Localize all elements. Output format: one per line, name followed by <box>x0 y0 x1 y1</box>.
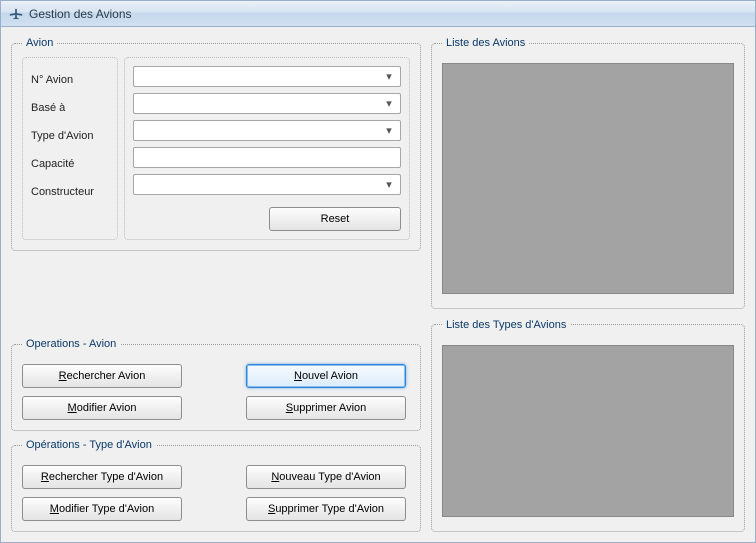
label-constructeur: Constructeur <box>31 182 109 202</box>
modifier-avion-button[interactable]: Modifier Avion <box>22 396 182 420</box>
supprimer-avion-button[interactable]: Supprimer Avion <box>246 396 406 420</box>
reset-row: Reset <box>133 207 401 231</box>
ops-type-legend: Opérations - Type d'Avion <box>22 439 156 451</box>
avion-legend: Avion <box>22 37 57 49</box>
rechercher-type-button[interactable]: Rechercher Type d'Avion <box>22 465 182 489</box>
rechercher-avion-button[interactable]: Rechercher Avion <box>22 364 182 388</box>
app-window: Gestion des Avions Avion N° Avion Basé à… <box>0 0 756 543</box>
avion-form: N° Avion Basé à Type d'Avion Capacité Co… <box>22 57 410 240</box>
reset-button[interactable]: Reset <box>269 207 401 231</box>
left-column: Avion N° Avion Basé à Type d'Avion Capac… <box>11 37 421 532</box>
type-combo[interactable]: ▾ <box>133 120 401 141</box>
chevron-down-icon: ▾ <box>382 70 396 83</box>
titlebar: Gestion des Avions <box>1 1 755 27</box>
avion-inputs: ▾ ▾ ▾ ▾ Reset <box>124 57 410 240</box>
ops-avion-legend: Operations - Avion <box>22 338 120 350</box>
label-num-avion: N° Avion <box>31 70 109 90</box>
nouvel-avion-button[interactable]: Nouvel Avion <box>246 364 406 388</box>
ops-type-group: Opérations - Type d'Avion Rechercher Typ… <box>11 439 421 532</box>
chevron-down-icon: ▾ <box>382 97 396 110</box>
chevron-down-icon: ▾ <box>382 124 396 137</box>
chevron-down-icon: ▾ <box>382 178 396 191</box>
capacite-field[interactable] <box>133 147 401 168</box>
base-combo[interactable]: ▾ <box>133 93 401 114</box>
avion-group: Avion N° Avion Basé à Type d'Avion Capac… <box>11 37 421 251</box>
liste-avions-group: Liste des Avions <box>431 37 745 309</box>
nouveau-type-button[interactable]: Nouveau Type d'Avion <box>246 465 406 489</box>
window-title: Gestion des Avions <box>29 7 132 21</box>
liste-types-area[interactable] <box>442 345 734 517</box>
num-avion-combo[interactable]: ▾ <box>133 66 401 87</box>
liste-types-group: Liste des Types d'Avions <box>431 319 745 532</box>
modifier-type-button[interactable]: Modifier Type d'Avion <box>22 497 182 521</box>
constructeur-combo[interactable]: ▾ <box>133 174 401 195</box>
liste-types-legend: Liste des Types d'Avions <box>442 319 570 331</box>
label-base: Basé à <box>31 98 109 118</box>
label-capacite: Capacité <box>31 154 109 174</box>
right-column: Liste des Avions Liste des Types d'Avion… <box>431 37 745 532</box>
liste-avions-area[interactable] <box>442 63 734 294</box>
supprimer-type-button[interactable]: Supprimer Type d'Avion <box>246 497 406 521</box>
ops-avion-group: Operations - Avion Rechercher Avion Nouv… <box>11 338 421 431</box>
spacer <box>11 259 421 330</box>
label-type: Type d'Avion <box>31 126 109 146</box>
content: Avion N° Avion Basé à Type d'Avion Capac… <box>1 27 755 542</box>
airplane-icon <box>9 7 23 21</box>
avion-labels: N° Avion Basé à Type d'Avion Capacité Co… <box>22 57 118 240</box>
liste-avions-legend: Liste des Avions <box>442 37 529 49</box>
